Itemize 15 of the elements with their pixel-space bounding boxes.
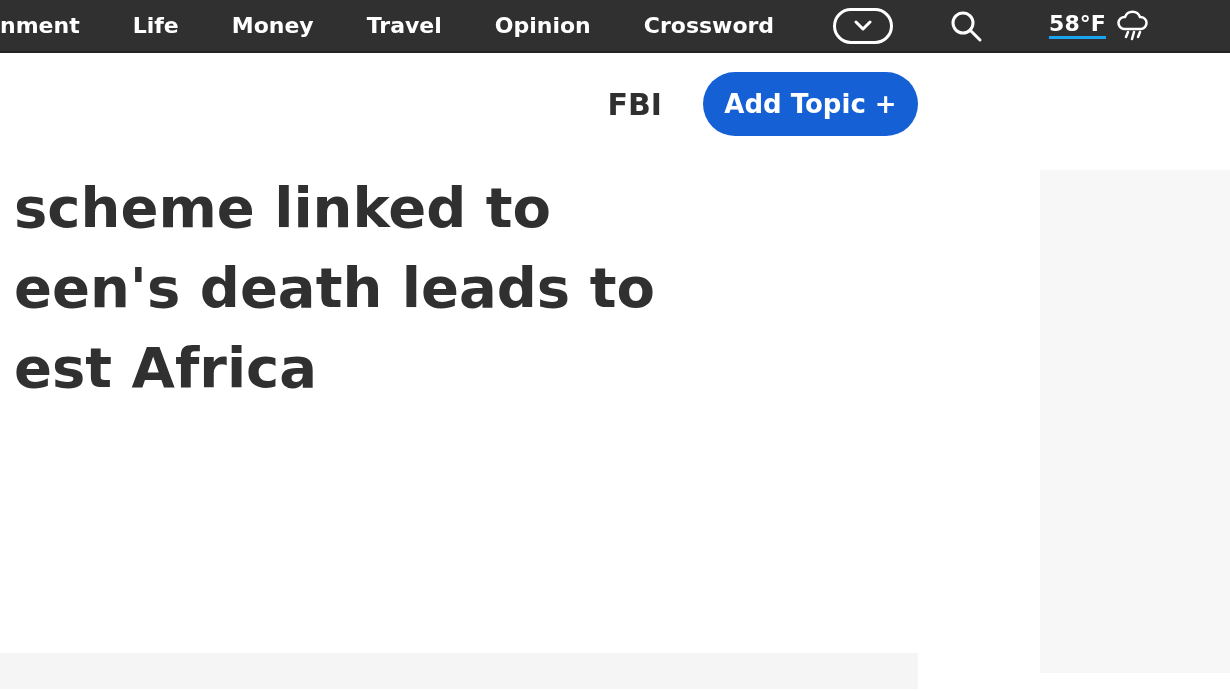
nav-link[interactable]: Opinion — [494, 13, 591, 38]
nav-link[interactable]: Crossword — [643, 13, 775, 38]
headline-line: est Africa — [14, 334, 318, 402]
chevron-down-icon — [853, 19, 874, 32]
rain-cloud-icon[interactable] — [1115, 8, 1148, 43]
topic-tag[interactable]: FBI — [607, 86, 662, 122]
nav-link[interactable]: Life — [132, 13, 179, 38]
add-topic-button[interactable]: Add Topic + — [703, 72, 918, 136]
headline-line: scheme linked to — [14, 174, 551, 242]
nav-link[interactable]: Travel — [366, 13, 442, 38]
nav-link[interactable]: nment — [0, 13, 80, 38]
temperature-link[interactable]: 58°F — [1049, 11, 1106, 40]
nav-link[interactable]: Money — [231, 13, 314, 38]
more-button[interactable] — [833, 7, 894, 44]
headline-line: een's death leads to — [14, 254, 655, 322]
